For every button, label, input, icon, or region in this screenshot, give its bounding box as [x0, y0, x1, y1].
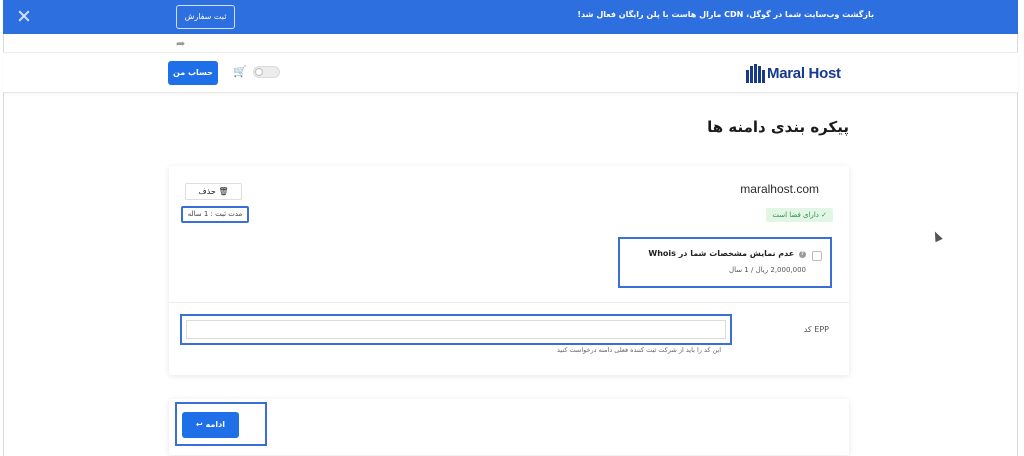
- continue-label: ادامه: [205, 420, 225, 429]
- return-arrow-icon: ↩: [196, 420, 203, 429]
- epp-hint: این کد را باید از شرکت ثبت کننده فعلی دا…: [557, 346, 722, 354]
- whois-price: 2,000,000 ریال / 1 سال: [728, 266, 806, 274]
- promo-banner: ثبت سفارش بازگشت وب‌سایت شما در گوگل، CD…: [3, 0, 1018, 34]
- whois-checkbox[interactable]: [812, 251, 822, 261]
- registration-duration: مدت ثبت : 1 ساله: [181, 206, 249, 223]
- status-badge: ✓ دارای فضا است: [766, 208, 833, 222]
- continue-highlight: ادامه ↩: [175, 402, 267, 446]
- close-icon[interactable]: [17, 9, 31, 23]
- continue-button[interactable]: ادامه ↩: [182, 412, 239, 438]
- whois-label: عدم نمایش مشخصات شما در Whois: [648, 249, 795, 258]
- logo[interactable]: Maral Host: [746, 63, 841, 83]
- whois-title: ? عدم نمایش مشخصات شما در Whois: [648, 249, 806, 258]
- actions-card: ادامه ↩: [169, 399, 849, 455]
- page-title: پیکره بندی دامنه ها: [707, 118, 849, 136]
- delete-label: حذف: [198, 187, 216, 196]
- status-text: دارای فضا است: [772, 211, 819, 219]
- check-icon: ✓: [821, 211, 827, 219]
- info-icon[interactable]: ?: [799, 251, 806, 258]
- theme-toggle[interactable]: [253, 66, 280, 78]
- logo-mark-icon: [746, 63, 765, 83]
- delete-button[interactable]: 🗑 حذف: [185, 183, 242, 200]
- domain-config-card: maralhost.com ✓ دارای فضا است 🗑 حذف مدت …: [169, 166, 849, 375]
- epp-code-input[interactable]: [186, 320, 726, 339]
- my-account-button[interactable]: حساب من: [168, 61, 218, 85]
- trash-icon: 🗑: [218, 187, 229, 196]
- domain-name: maralhost.com: [740, 182, 819, 196]
- cart-icon[interactable]: 🛒: [233, 65, 247, 78]
- epp-label: EPP کد: [803, 325, 829, 334]
- toggle-knob: [255, 68, 263, 76]
- epp-field-highlight: [180, 314, 732, 345]
- logo-text: Maral Host: [767, 64, 841, 82]
- share-arrow-icon[interactable]: ➦: [176, 37, 185, 50]
- divider: [169, 302, 849, 303]
- site-header: حساب من 🛒 Maral Host: [3, 53, 1018, 93]
- banner-text: بازگشت وب‌سایت شما در گوگل، CDN مارال ها…: [577, 10, 874, 19]
- share-row: ➦: [3, 34, 1018, 53]
- whois-privacy-option: ? عدم نمایش مشخصات شما در Whois 2,000,00…: [618, 237, 832, 288]
- order-button[interactable]: ثبت سفارش: [176, 5, 235, 29]
